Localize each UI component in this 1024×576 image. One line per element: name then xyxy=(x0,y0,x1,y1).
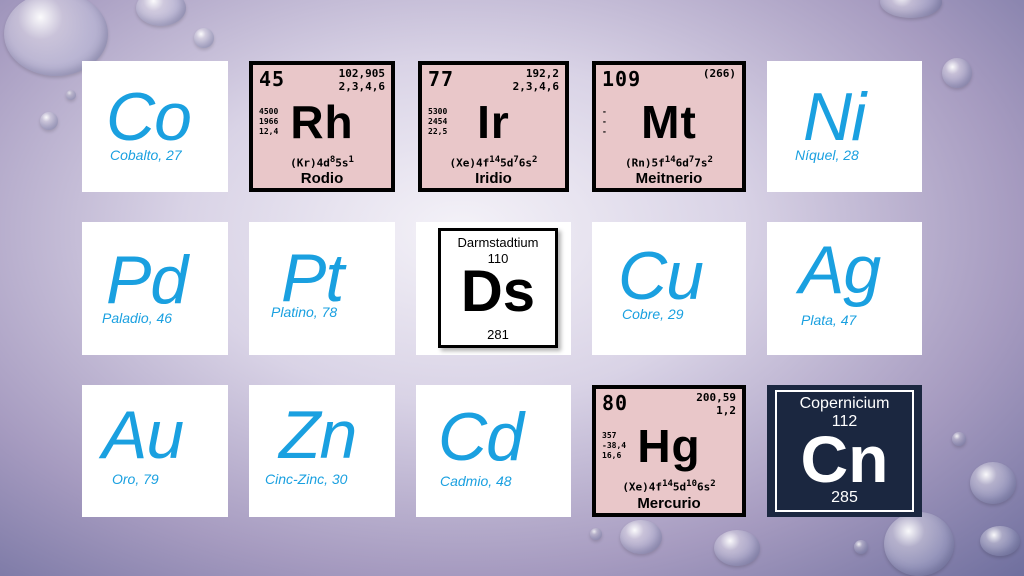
element-symbol: Pd xyxy=(106,242,188,318)
atomic-number: 80 xyxy=(602,391,629,415)
atomic-mass: 285 xyxy=(831,489,858,506)
element-symbol: Mt xyxy=(641,96,697,148)
element-tile-cd: Cd Cadmio, 48 xyxy=(416,385,571,517)
atomic-number: 77 xyxy=(428,67,455,91)
atomic-number: 109 xyxy=(602,67,642,91)
electron-configuration: (Kr)4d85s1 xyxy=(290,155,354,170)
element-name: Iridio xyxy=(475,170,512,187)
bubble-decoration xyxy=(194,28,214,48)
bubble-decoration xyxy=(590,528,602,540)
element-caption: Cobalto, 27 xyxy=(110,147,182,163)
bubble-decoration xyxy=(66,90,76,100)
element-card-ds: Darmstadtium 110 Ds 281 xyxy=(416,222,571,355)
bubble-decoration xyxy=(620,520,662,554)
electron-configuration: (Rn)5f146d77s2 xyxy=(625,155,713,170)
bubble-decoration xyxy=(884,512,954,576)
bubble-decoration xyxy=(880,0,942,18)
element-symbol: Au xyxy=(102,397,184,473)
element-caption: Paladio, 46 xyxy=(102,310,173,326)
element-caption: Plata, 47 xyxy=(801,312,857,328)
element-symbol: Ag xyxy=(799,232,881,308)
element-symbol: Cn xyxy=(800,422,889,496)
bubble-decoration xyxy=(952,432,966,446)
element-tile-co: Co Cobalto, 27 xyxy=(82,61,228,192)
electron-configuration: (Xe)4f145d76s2 xyxy=(449,155,538,170)
element-name: Copernicium xyxy=(799,395,890,412)
element-symbol: Pt xyxy=(281,240,344,316)
bubble-decoration xyxy=(854,540,868,554)
bubble-decoration xyxy=(980,526,1020,556)
element-name: Darmstadtium xyxy=(457,235,539,250)
element-symbol: Zn xyxy=(279,397,357,473)
element-symbol: Ni xyxy=(803,79,866,155)
element-tile-zn: Zn Cinc-Zinc, 30 xyxy=(249,385,395,517)
element-symbol: Cd xyxy=(438,399,524,475)
element-symbol: Ds xyxy=(460,259,536,324)
element-caption: Níquel, 28 xyxy=(795,147,859,163)
element-card-ir: 77 192,2 2,3,4,6 5300 2454 22,5 Ir (Xe)4f14… xyxy=(418,61,569,192)
element-caption: Cobre, 29 xyxy=(622,306,684,322)
element-caption: Cadmio, 48 xyxy=(440,473,512,489)
bubble-decoration xyxy=(970,462,1016,504)
element-symbol: Co xyxy=(106,79,192,155)
atomic-mass: (266) xyxy=(702,67,736,80)
element-card-rh: 45 102,905 2,3,4,6 4500 1966 12,4 Rh (Kr)4d… xyxy=(249,61,395,192)
element-tile-pt: Pt Platino, 78 xyxy=(249,222,395,355)
element-tile-au: Au Oro, 79 xyxy=(82,385,228,517)
element-card-mt: 109 (266) --- Mt (Rn)5f146d77s2 Meitneri… xyxy=(592,61,746,192)
element-caption: Cinc-Zinc, 30 xyxy=(265,471,348,487)
element-tile-pd: Pd Paladio, 46 xyxy=(82,222,228,355)
atomic-number: 45 xyxy=(259,67,286,91)
element-symbol: Rh xyxy=(290,96,354,148)
element-caption: Platino, 78 xyxy=(271,304,338,320)
bubble-decoration xyxy=(714,530,760,566)
element-name: Rodio xyxy=(300,170,344,187)
element-tile-cu: Cu Cobre, 29 xyxy=(592,222,746,355)
bubble-decoration xyxy=(40,112,58,130)
element-card-cn: Copernicium 112 Cn 285 xyxy=(767,385,922,517)
element-caption: Oro, 79 xyxy=(112,471,159,487)
atomic-mass: 281 xyxy=(487,327,509,342)
atomic-mass: 192,2 2,3,4,6 xyxy=(512,67,559,93)
element-tile-ni: Ni Níquel, 28 xyxy=(767,61,922,192)
atomic-mass: 102,905 2,3,4,6 xyxy=(338,67,385,93)
element-tile-ag: Ag Plata, 47 xyxy=(767,222,922,355)
bubble-decoration xyxy=(942,58,972,88)
bubble-decoration xyxy=(136,0,186,26)
element-symbol: Cu xyxy=(618,238,704,314)
element-name: Mercurio xyxy=(637,495,701,512)
atomic-mass: 200,59 1,2 xyxy=(696,391,736,417)
element-card-hg: 80 200,59 1,2 357 -38,4 16,6 Hg (Xe)4f145d1… xyxy=(592,385,746,517)
element-name: Meitnerio xyxy=(635,170,703,187)
element-symbol: Hg xyxy=(637,420,701,472)
electron-configuration: (Xe)4f145d106s2 xyxy=(622,479,716,494)
slide: Co Cobalto, 27 45 102,905 2,3,4,6 4500 196… xyxy=(0,0,1024,576)
element-symbol: Ir xyxy=(477,96,510,148)
